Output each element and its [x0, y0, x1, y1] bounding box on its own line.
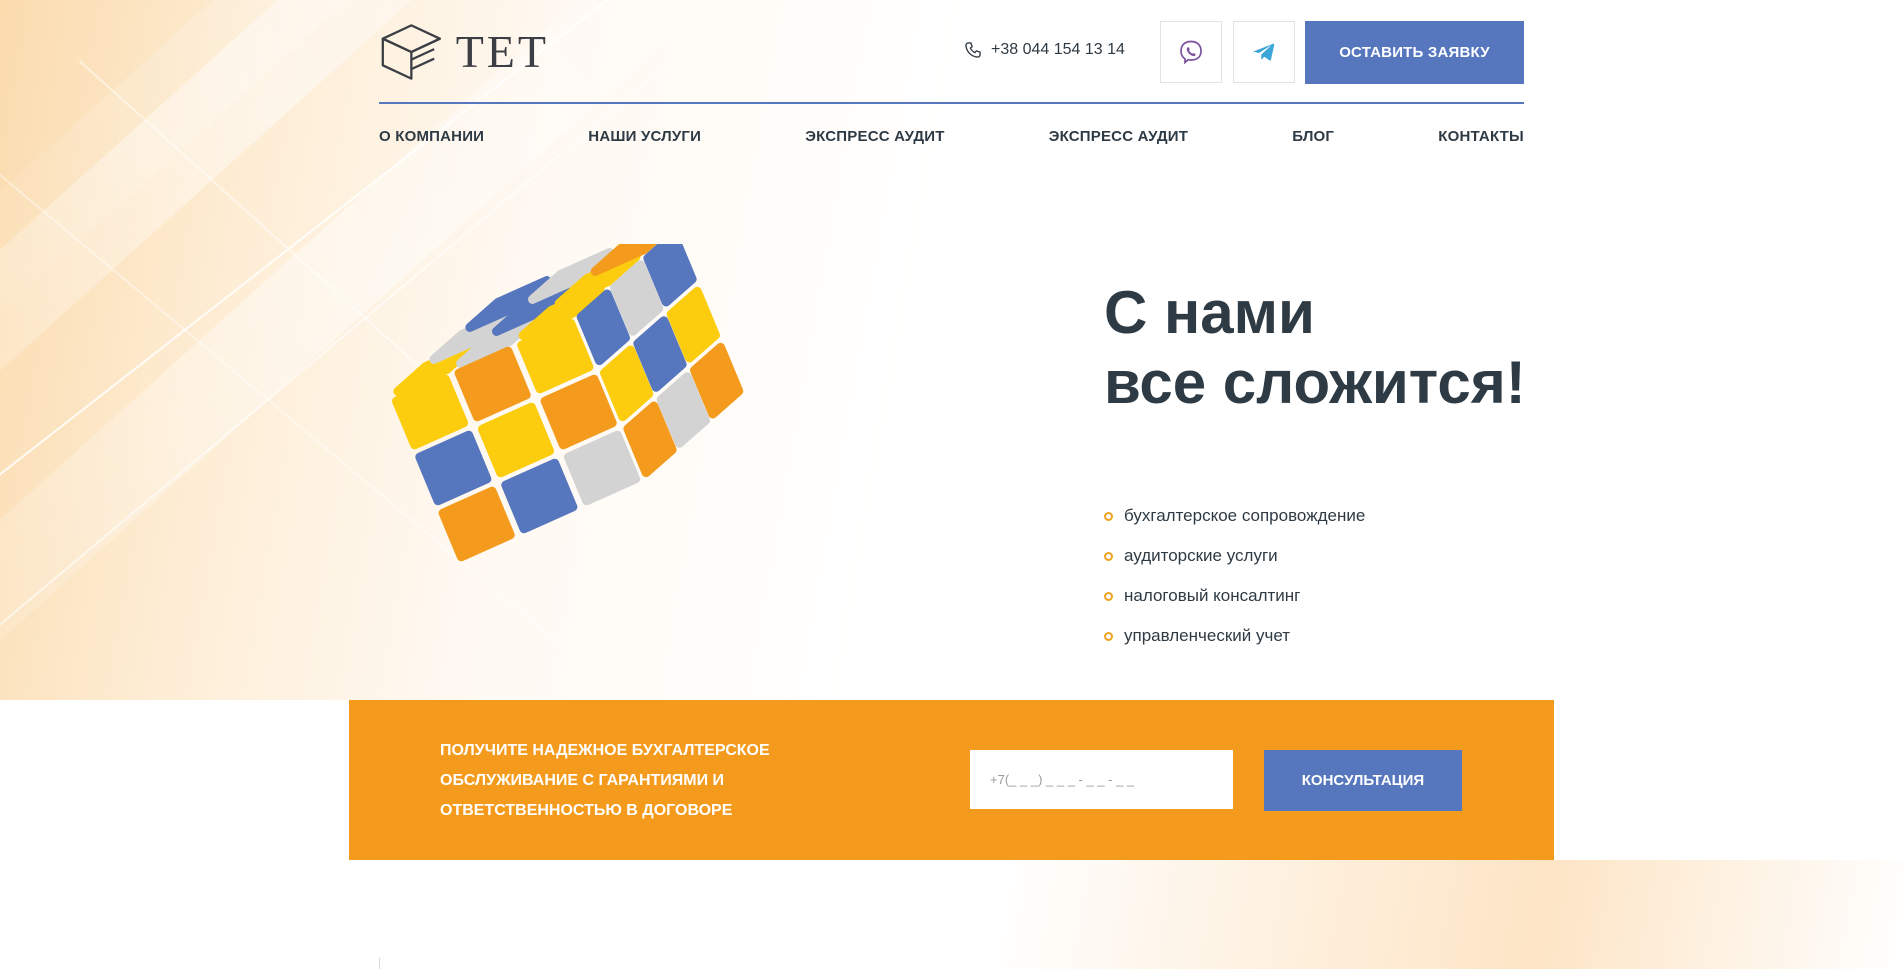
- list-item: налоговый консалтинг: [1104, 576, 1365, 616]
- viber-button[interactable]: [1160, 21, 1222, 83]
- banner-text-line-3: ОТВЕТСТВЕННОСТЬЮ В ДОГОВОРЕ: [440, 802, 733, 819]
- hero-title-line-1: С нами: [1104, 279, 1315, 346]
- service-label: бухгалтерское сопровождение: [1124, 506, 1366, 525]
- cube-front-tile: [540, 374, 617, 450]
- bullet-icon: [1104, 591, 1113, 601]
- cube-front-tile: [415, 430, 492, 506]
- nav-item-express-audit-2[interactable]: ЭКСПРЕСС АУДИТ: [1049, 128, 1188, 148]
- header-divider: [379, 102, 1524, 104]
- section-divider: [379, 958, 380, 969]
- nav-item-blog[interactable]: БЛОГ: [1292, 128, 1334, 148]
- phone-icon: [965, 42, 981, 58]
- banner-text-line-1: ПОЛУЧИТЕ НАДЕЖНОЕ БУХГАЛТЕРСКОЕ: [440, 742, 770, 759]
- logo-text: ТЕТ: [455, 26, 549, 77]
- hero-title: С нами все сложится!: [1104, 278, 1526, 418]
- cube-front-tile: [477, 402, 555, 478]
- consultation-button[interactable]: КОНСУЛЬТАЦИЯ: [1264, 750, 1462, 811]
- viber-icon: [1180, 40, 1202, 65]
- bullet-icon: [1104, 511, 1113, 521]
- bullet-icon: [1104, 631, 1113, 641]
- nav-item-about[interactable]: О КОМПАНИИ: [379, 128, 484, 148]
- list-item: аудиторские услуги: [1104, 536, 1365, 576]
- services-list: бухгалтерское сопровождение аудиторские …: [1104, 496, 1365, 656]
- cube-front-tile: [501, 458, 578, 534]
- bullet-icon: [1104, 551, 1113, 561]
- banner-text-line-2: ОБСЛУЖИВАНИЕ С ГАРАНТИЯМИ И: [440, 772, 725, 789]
- list-item: бухгалтерское сопровождение: [1104, 496, 1365, 536]
- hero-title-line-2: все сложится!: [1104, 349, 1526, 416]
- list-item: управленческий учет: [1104, 616, 1365, 656]
- consultation-banner: ПОЛУЧИТЕ НАДЕЖНОЕ БУХГАЛТЕРСКОЕ ОБСЛУЖИВ…: [349, 700, 1554, 860]
- service-label: налоговый консалтинг: [1124, 586, 1301, 605]
- leave-request-button[interactable]: ОСТАВИТЬ ЗАЯВКУ: [1305, 21, 1524, 84]
- rubiks-cube-illustration: [391, 244, 744, 562]
- telegram-icon: [1253, 43, 1275, 61]
- logo-cube-icon: [381, 24, 442, 80]
- cube-front-tile: [563, 430, 641, 506]
- main-nav: О КОМПАНИИ НАШИ УСЛУГИ ЭКСПРЕСС АУДИТ ЭК…: [379, 128, 1524, 148]
- logo[interactable]: ТЕТ: [379, 20, 549, 84]
- service-label: аудиторские услуги: [1124, 546, 1278, 565]
- footer-glow: [1000, 860, 1903, 969]
- telegram-button[interactable]: [1233, 21, 1295, 83]
- site-header: ТЕТ +38 044 154 13 14 ОСТАВИТЬ ЗАЯВКУ: [379, 0, 1524, 104]
- nav-item-services[interactable]: НАШИ УСЛУГИ: [588, 128, 701, 148]
- phone-input[interactable]: [970, 750, 1233, 809]
- cube-front-tile: [438, 486, 515, 562]
- banner-text: ПОЛУЧИТЕ НАДЕЖНОЕ БУХГАЛТЕРСКОЕ ОБСЛУЖИВ…: [440, 736, 840, 826]
- nav-item-express-audit[interactable]: ЭКСПРЕСС АУДИТ: [805, 128, 944, 148]
- phone-number: +38 044 154 13 14: [991, 41, 1125, 58]
- nav-item-contacts[interactable]: КОНТАКТЫ: [1438, 128, 1524, 148]
- phone-link[interactable]: +38 044 154 13 14: [963, 40, 1125, 60]
- hero-background: [0, 0, 1903, 700]
- service-label: управленческий учет: [1124, 626, 1291, 645]
